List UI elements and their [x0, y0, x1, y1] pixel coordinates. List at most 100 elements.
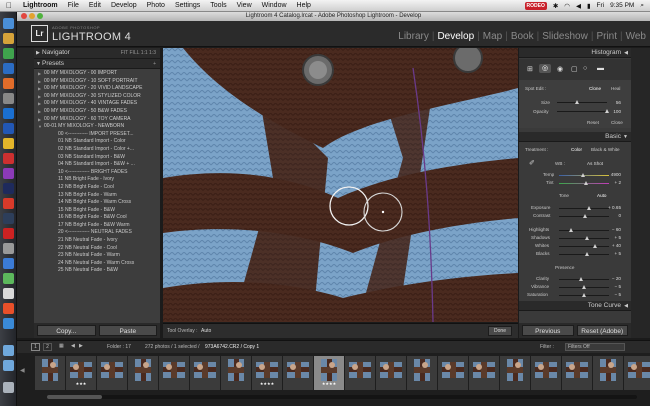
- app-icon-17[interactable]: [3, 258, 14, 269]
- preset-item[interactable]: 15 NB Bright Fade - B&W: [34, 207, 160, 215]
- app-icon-3[interactable]: [3, 48, 14, 59]
- thumbnail[interactable]: [35, 356, 65, 390]
- preset-item[interactable]: 04 NB Standard Import - B&W + ...: [34, 161, 160, 169]
- opacity-slider[interactable]: [557, 109, 609, 113]
- thumbnail[interactable]: [190, 356, 220, 390]
- highlights-slider[interactable]: [559, 228, 609, 232]
- app-icon-21[interactable]: [3, 318, 14, 329]
- preset-item[interactable]: 11 NB Bright Fade - Ivory: [34, 176, 160, 184]
- whites-slider[interactable]: [559, 244, 609, 248]
- preset-item[interactable]: 25 NB Neutral Fade - B&W: [34, 267, 160, 275]
- preset-item[interactable]: 00 <------------ IMPORT PRESET...: [34, 131, 160, 139]
- treatment-color[interactable]: Color: [571, 147, 582, 152]
- menu-window[interactable]: Window: [257, 2, 292, 9]
- app-icon-10[interactable]: [3, 153, 14, 164]
- menu-view[interactable]: View: [232, 2, 257, 9]
- preset-item[interactable]: 01 NB Standard Import - Color: [34, 138, 160, 146]
- app-icon-2[interactable]: [3, 33, 14, 44]
- clarity-value[interactable]: − 20: [612, 276, 621, 281]
- module-develop[interactable]: Develop: [437, 31, 474, 42]
- filmstrip-scrollbar[interactable]: [47, 395, 637, 399]
- thumbnail[interactable]: [128, 356, 158, 390]
- thumbnail[interactable]: [562, 356, 592, 390]
- selected-file[interactable]: 973A6742.CR2 / Copy 1: [205, 344, 259, 350]
- previous-button[interactable]: Previous: [522, 325, 574, 336]
- highlights-value[interactable]: − 60: [612, 227, 621, 232]
- app-icon-11[interactable]: [3, 168, 14, 179]
- menu-app[interactable]: Lightroom: [18, 2, 63, 9]
- preset-folder-open[interactable]: ▼ 00-01 MY MIXOLOGY - NEWBORN: [34, 123, 160, 131]
- thumbnail[interactable]: [407, 356, 437, 390]
- clock-day[interactable]: Fri: [597, 2, 605, 9]
- blacks-slider[interactable]: [559, 252, 609, 256]
- radial-filter-icon[interactable]: ○: [583, 65, 587, 72]
- preset-item[interactable]: 23 NB Neutral Fade - Warm: [34, 252, 160, 260]
- module-web[interactable]: Web: [626, 31, 646, 42]
- menu-edit[interactable]: Edit: [84, 2, 106, 9]
- reset-button[interactable]: Reset: [587, 120, 599, 125]
- app-icon-7[interactable]: [3, 108, 14, 119]
- app-icon-18[interactable]: [3, 273, 14, 284]
- navigator-header[interactable]: ▶ Navigator FIT FILL 1:1 1:3: [34, 48, 160, 59]
- thumbnail[interactable]: [593, 356, 623, 390]
- copy-button[interactable]: Copy...: [37, 325, 96, 336]
- minimize-window-button[interactable]: [29, 13, 35, 19]
- opacity-value[interactable]: 100: [613, 109, 621, 114]
- preset-folder[interactable]: ▶ 00 MY MIXOLOGY - 50 B&W FADES: [34, 108, 160, 116]
- preset-item[interactable]: 24 NB Neutral Fade - Warm Cross: [34, 260, 160, 268]
- thumbnail[interactable]: ★★★★: [314, 356, 344, 390]
- add-preset-icon[interactable]: +: [153, 59, 156, 69]
- thumbnail[interactable]: [531, 356, 561, 390]
- filmstrip-left-arrow-icon[interactable]: ◀: [20, 367, 25, 374]
- tint-value[interactable]: + 2: [614, 180, 621, 185]
- clock-time[interactable]: 9:35 PM: [610, 2, 634, 9]
- clarity-slider[interactable]: [559, 277, 609, 281]
- thumbnail[interactable]: [500, 356, 530, 390]
- module-slideshow[interactable]: Slideshow: [542, 31, 588, 42]
- preset-item[interactable]: 16 NB Bright Fade - B&W Cool: [34, 214, 160, 222]
- contrast-value[interactable]: 0: [618, 213, 621, 218]
- forward-arrow-icon[interactable]: ▶: [79, 343, 83, 349]
- folder-label[interactable]: Folder : 17: [107, 344, 131, 350]
- thumbnail[interactable]: [345, 356, 375, 390]
- lightroom-icon[interactable]: [3, 213, 14, 224]
- reset-adobe-button[interactable]: Reset (Adobe): [576, 325, 628, 336]
- preset-item[interactable]: 21 NB Neutral Fade - Ivory: [34, 237, 160, 245]
- preset-item[interactable]: 22 NB Neutral Fade - Cool: [34, 245, 160, 253]
- wifi-icon[interactable]: ◠: [564, 2, 570, 10]
- menu-settings[interactable]: Settings: [170, 2, 205, 9]
- close-button[interactable]: Close: [611, 120, 623, 125]
- tone-curve-header[interactable]: Tone Curve ◀: [519, 301, 631, 311]
- temp-slider[interactable]: [559, 173, 609, 177]
- thumbnail[interactable]: [159, 356, 189, 390]
- red-eye-icon[interactable]: ◉: [557, 65, 563, 73]
- page-1-button[interactable]: 1: [31, 343, 40, 351]
- spotlight-icon[interactable]: ⌕: [640, 2, 644, 10]
- blacks-value[interactable]: + 5: [614, 251, 621, 256]
- contrast-slider[interactable]: [559, 214, 609, 218]
- app-icon-9[interactable]: [3, 138, 14, 149]
- word-icon[interactable]: [3, 123, 14, 134]
- thumbnail[interactable]: [97, 356, 127, 390]
- folder-icon[interactable]: [3, 345, 14, 356]
- whites-value[interactable]: + 40: [612, 243, 621, 248]
- graduated-filter-icon[interactable]: ▢: [571, 65, 578, 73]
- module-book[interactable]: Book: [511, 31, 534, 42]
- folder-icon-2[interactable]: [3, 360, 14, 371]
- menu-tools[interactable]: Tools: [205, 2, 231, 9]
- app-icon-5[interactable]: [3, 78, 14, 89]
- record-badge[interactable]: RODEO: [524, 1, 547, 10]
- size-value[interactable]: 56: [616, 100, 621, 105]
- thumbnail[interactable]: [469, 356, 499, 390]
- paste-button[interactable]: Paste: [98, 325, 157, 336]
- app-icon-12[interactable]: [3, 183, 14, 194]
- app-icon-4[interactable]: [3, 63, 14, 74]
- vibrance-slider[interactable]: [559, 285, 609, 289]
- thumbnail[interactable]: ★★★: [66, 356, 96, 390]
- menu-file[interactable]: File: [63, 2, 84, 9]
- module-map[interactable]: Map: [483, 31, 502, 42]
- app-icon-6[interactable]: [3, 93, 14, 104]
- temp-value[interactable]: 4900: [611, 172, 621, 177]
- preset-item[interactable]: 12 NB Bright Fade - Cool: [34, 184, 160, 192]
- eyedropper-icon[interactable]: ✐: [529, 159, 535, 167]
